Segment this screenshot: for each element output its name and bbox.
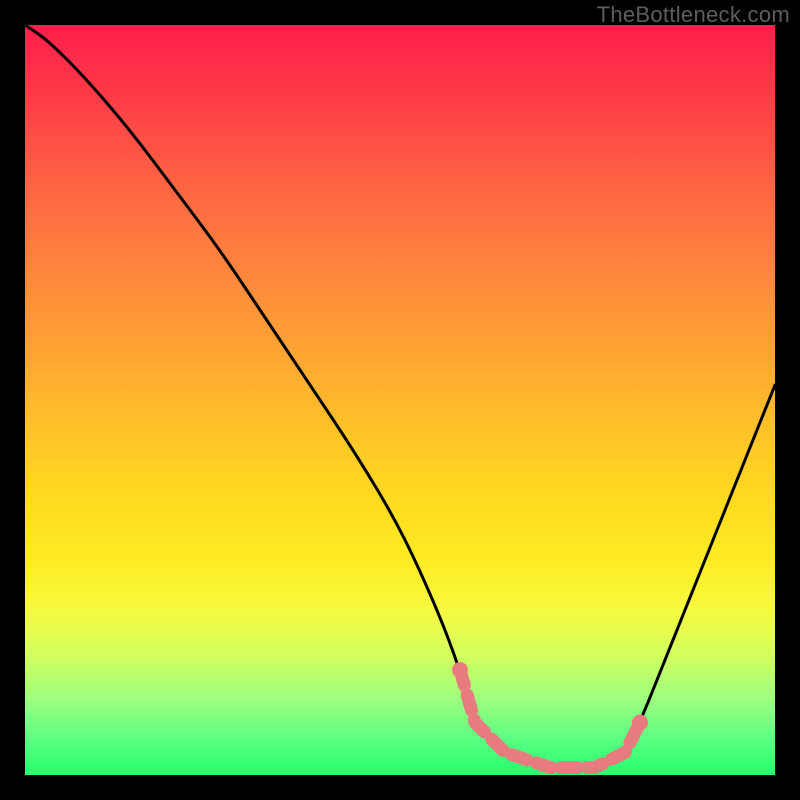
valley-start-dot [452, 662, 468, 678]
bottleneck-curve-line [25, 25, 775, 768]
valley-highlight-line [460, 670, 640, 768]
plot-area [25, 25, 775, 775]
valley-end-dot [632, 715, 648, 731]
chart-frame: TheBottleneck.com [0, 0, 800, 800]
curve-svg [25, 25, 775, 775]
watermark-text: TheBottleneck.com [597, 2, 790, 28]
